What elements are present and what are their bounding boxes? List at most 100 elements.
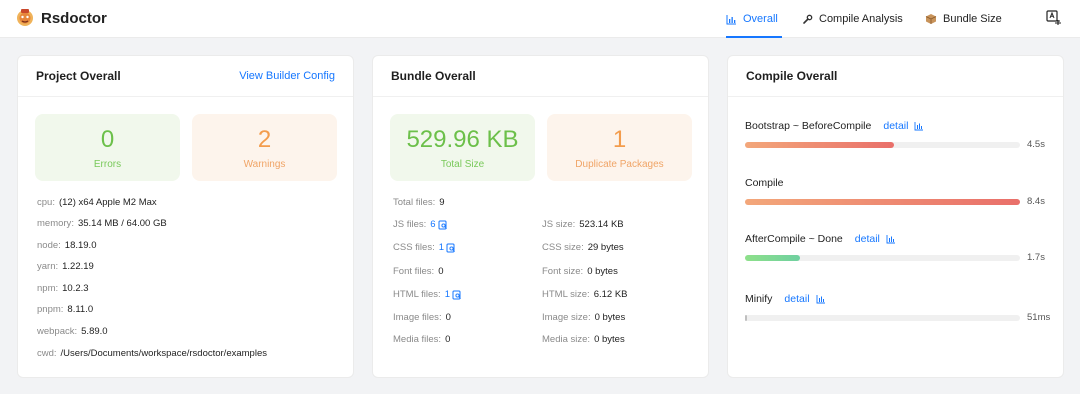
html-files-key: HTML files [393,289,439,300]
media-size-row: Media size:0 bytes [542,334,625,345]
env-value: 10.2.3 [62,283,89,294]
env-key: webpack [37,326,75,337]
nav-compile-analysis[interactable]: Compile Analysis [802,0,903,38]
css-files-value: 1 [438,242,445,253]
phase-name: Bootstrap ~ BeforeCompile [745,120,872,132]
phase-name: Compile [745,177,784,189]
media-files-value: 0 [445,334,451,345]
css-size-row: CSS size:29 bytes [542,242,624,253]
warnings-label: Warnings [243,158,286,170]
js-files-value: 6 [430,219,436,230]
js-files-key: JS files [393,219,424,230]
errors-stat[interactable]: 0 Errors [35,114,180,181]
js-files-link[interactable]: 6 [430,219,447,230]
env-value: /Users/Documents/workspace/rsdoctor/exam… [60,348,267,359]
phase-minify: Minify detail 51ms [745,293,1051,323]
warnings-stat[interactable]: 2 Warnings [192,114,337,181]
total-size-stat[interactable]: 529.96 KB Total Size [390,114,535,181]
nav-overall[interactable]: Overall [726,0,782,38]
phase-bootstrap: Bootstrap ~ BeforeCompile detail 4.5s [745,120,1051,150]
file-search-icon [452,290,461,299]
total-files-key: Total files [393,197,433,208]
phase-detail-link[interactable]: detail [784,293,809,305]
phase-progress: 4.5s [745,139,1051,150]
html-files-row: HTML files:1 [393,289,462,300]
duplicate-packages-count: 1 [612,125,627,153]
project-overall-card: Project Overall View Builder Config 0 Er… [17,55,354,378]
env-value: 8.11.0 [67,304,94,315]
app-title: Rsdoctor [41,10,107,27]
phase-time: 51ms [1027,312,1051,323]
env-value: (12) x64 Apple M2 Max [58,197,157,208]
translate-icon[interactable] [1046,10,1062,29]
total-files-value: 9 [439,197,445,208]
phase-progress: 51ms [745,312,1051,323]
progress-fill [745,142,894,148]
env-row-yarn: yarn:1.22.19 [37,261,94,272]
image-files-key: Image files [393,312,439,323]
bar-chart-icon[interactable] [816,294,826,304]
file-search-icon [446,243,455,252]
phase-progress: 8.4s [745,196,1051,207]
env-value: 18.19.0 [64,240,97,251]
rsdoctor-logo-icon [14,6,36,31]
bundle-overall-card: Bundle Overall 529.96 KB Total Size 1 Du… [372,55,709,378]
css-files-link[interactable]: 1 [439,242,456,253]
duplicate-packages-stat[interactable]: 1 Duplicate Packages [547,114,692,181]
phase-detail-link[interactable]: detail [883,120,908,132]
active-tab-indicator [726,36,782,38]
progress-fill [745,199,1020,205]
bar-chart-icon[interactable] [886,234,896,244]
env-key: npm [37,283,56,294]
env-row-cpu: cpu: (12) x64 Apple M2 Max [37,197,157,208]
js-files-row: JS files:6 [393,219,448,230]
phase-time: 4.5s [1027,139,1045,150]
wrench-icon [802,14,813,25]
env-row-webpack: webpack:5.89.0 [37,326,108,337]
html-files-link[interactable]: 1 [445,289,462,300]
env-key: cwd [37,348,54,359]
font-size-row: Font size:0 bytes [542,266,618,277]
font-files-value: 0 [438,266,444,277]
env-value: 5.89.0 [81,326,108,337]
env-row-cwd: cwd:/Users/Documents/workspace/rsdoctor/… [37,348,267,359]
media-files-key: Media files [393,334,439,345]
html-files-value: 1 [444,289,450,300]
bar-chart-icon[interactable] [914,121,924,131]
nav-bundle-label: Bundle Size [943,13,1002,25]
warnings-count: 2 [257,125,272,153]
file-search-icon [438,220,447,229]
env-row-node: node:18.19.0 [37,240,97,251]
media-files-row: Media files:0 [393,334,451,345]
view-builder-config-link[interactable]: View Builder Config [239,70,335,82]
phase-compile: Compile 8.4s [745,177,1051,207]
nav-bundle-size[interactable]: Bundle Size [925,0,1002,38]
env-row-memory: memory:35.14 MB / 64.00 GB [37,218,167,229]
logo[interactable]: Rsdoctor [14,6,107,31]
nav-overall-label: Overall [743,13,778,25]
env-key: pnpm [37,304,61,315]
nav-compile-label: Compile Analysis [819,13,903,25]
env-key: cpu [37,197,53,208]
font-size-value: 0 bytes [587,266,618,277]
env-row-npm: npm:10.2.3 [37,283,89,294]
image-files-value: 0 [445,312,451,323]
phase-detail-link[interactable]: detail [855,233,880,245]
js-size-row: JS size:523.14 KB [542,219,624,230]
progress-track [745,315,1020,321]
js-size-key: JS size [542,219,573,230]
html-size-key: HTML size [542,289,588,300]
env-value: 1.22.19 [62,261,94,272]
top-bar: Rsdoctor Overall Compile Analysis Bundle… [0,0,1080,38]
font-files-row: Font files:0 [393,266,444,277]
css-size-key: CSS size [542,242,582,253]
font-size-key: Font size [542,266,581,277]
env-key: yarn [37,261,56,272]
phase-name: Minify [745,293,773,305]
media-size-key: Media size [542,334,588,345]
env-key: memory [37,218,72,229]
css-size-value: 29 bytes [587,242,624,253]
env-key: node [37,240,59,251]
image-size-row: Image size:0 bytes [542,312,626,323]
duplicate-packages-label: Duplicate Packages [575,158,664,170]
